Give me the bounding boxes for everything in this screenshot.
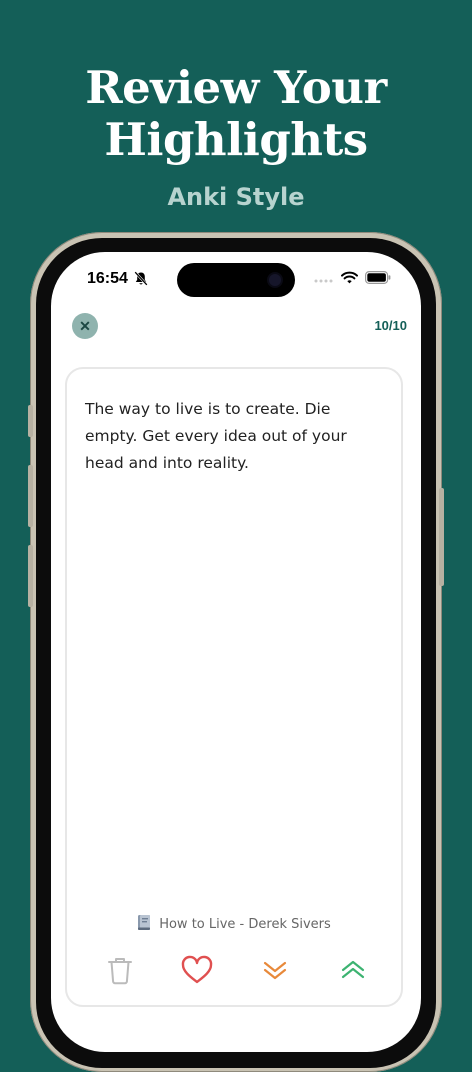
review-counter: 10/10 — [374, 318, 407, 333]
bell-slash-icon — [134, 271, 148, 291]
highlight-quote: The way to live is to create. Die empty.… — [85, 400, 347, 472]
trash-icon — [106, 955, 134, 990]
wifi-icon — [341, 271, 358, 289]
phone-side-button — [28, 465, 33, 527]
favorite-button[interactable] — [179, 954, 215, 990]
close-icon: ✕ — [79, 317, 91, 334]
highlight-source: How to Live - Derek Sivers — [67, 914, 401, 935]
review-sooner-button[interactable] — [335, 954, 371, 990]
camera-icon — [269, 274, 281, 286]
review-later-button[interactable] — [257, 954, 293, 990]
phone-side-button — [28, 405, 33, 437]
close-button[interactable]: ✕ — [72, 313, 98, 339]
delete-button[interactable] — [102, 954, 138, 990]
status-time: 16:54 — [87, 270, 128, 287]
heart-icon — [180, 955, 214, 990]
highlight-card[interactable]: The way to live is to create. Die empty.… — [65, 367, 403, 1007]
book-icon — [137, 914, 151, 935]
phone-side-button — [439, 488, 444, 586]
chevron-double-up-icon — [339, 958, 367, 987]
source-label: How to Live - Derek Sivers — [159, 917, 331, 932]
battery-icon — [365, 271, 391, 289]
action-bar — [67, 954, 401, 994]
hero-title: Review Your Highlights — [85, 61, 387, 166]
chevron-double-down-icon — [261, 958, 289, 987]
dynamic-island — [177, 263, 295, 297]
phone-screen: 16:54 ✕ 10/10 The way to live is to crea… — [51, 252, 421, 1052]
hero-subtitle: Anki Style — [167, 183, 305, 211]
signal-dots-icon — [314, 271, 334, 289]
phone-side-button — [28, 545, 33, 607]
